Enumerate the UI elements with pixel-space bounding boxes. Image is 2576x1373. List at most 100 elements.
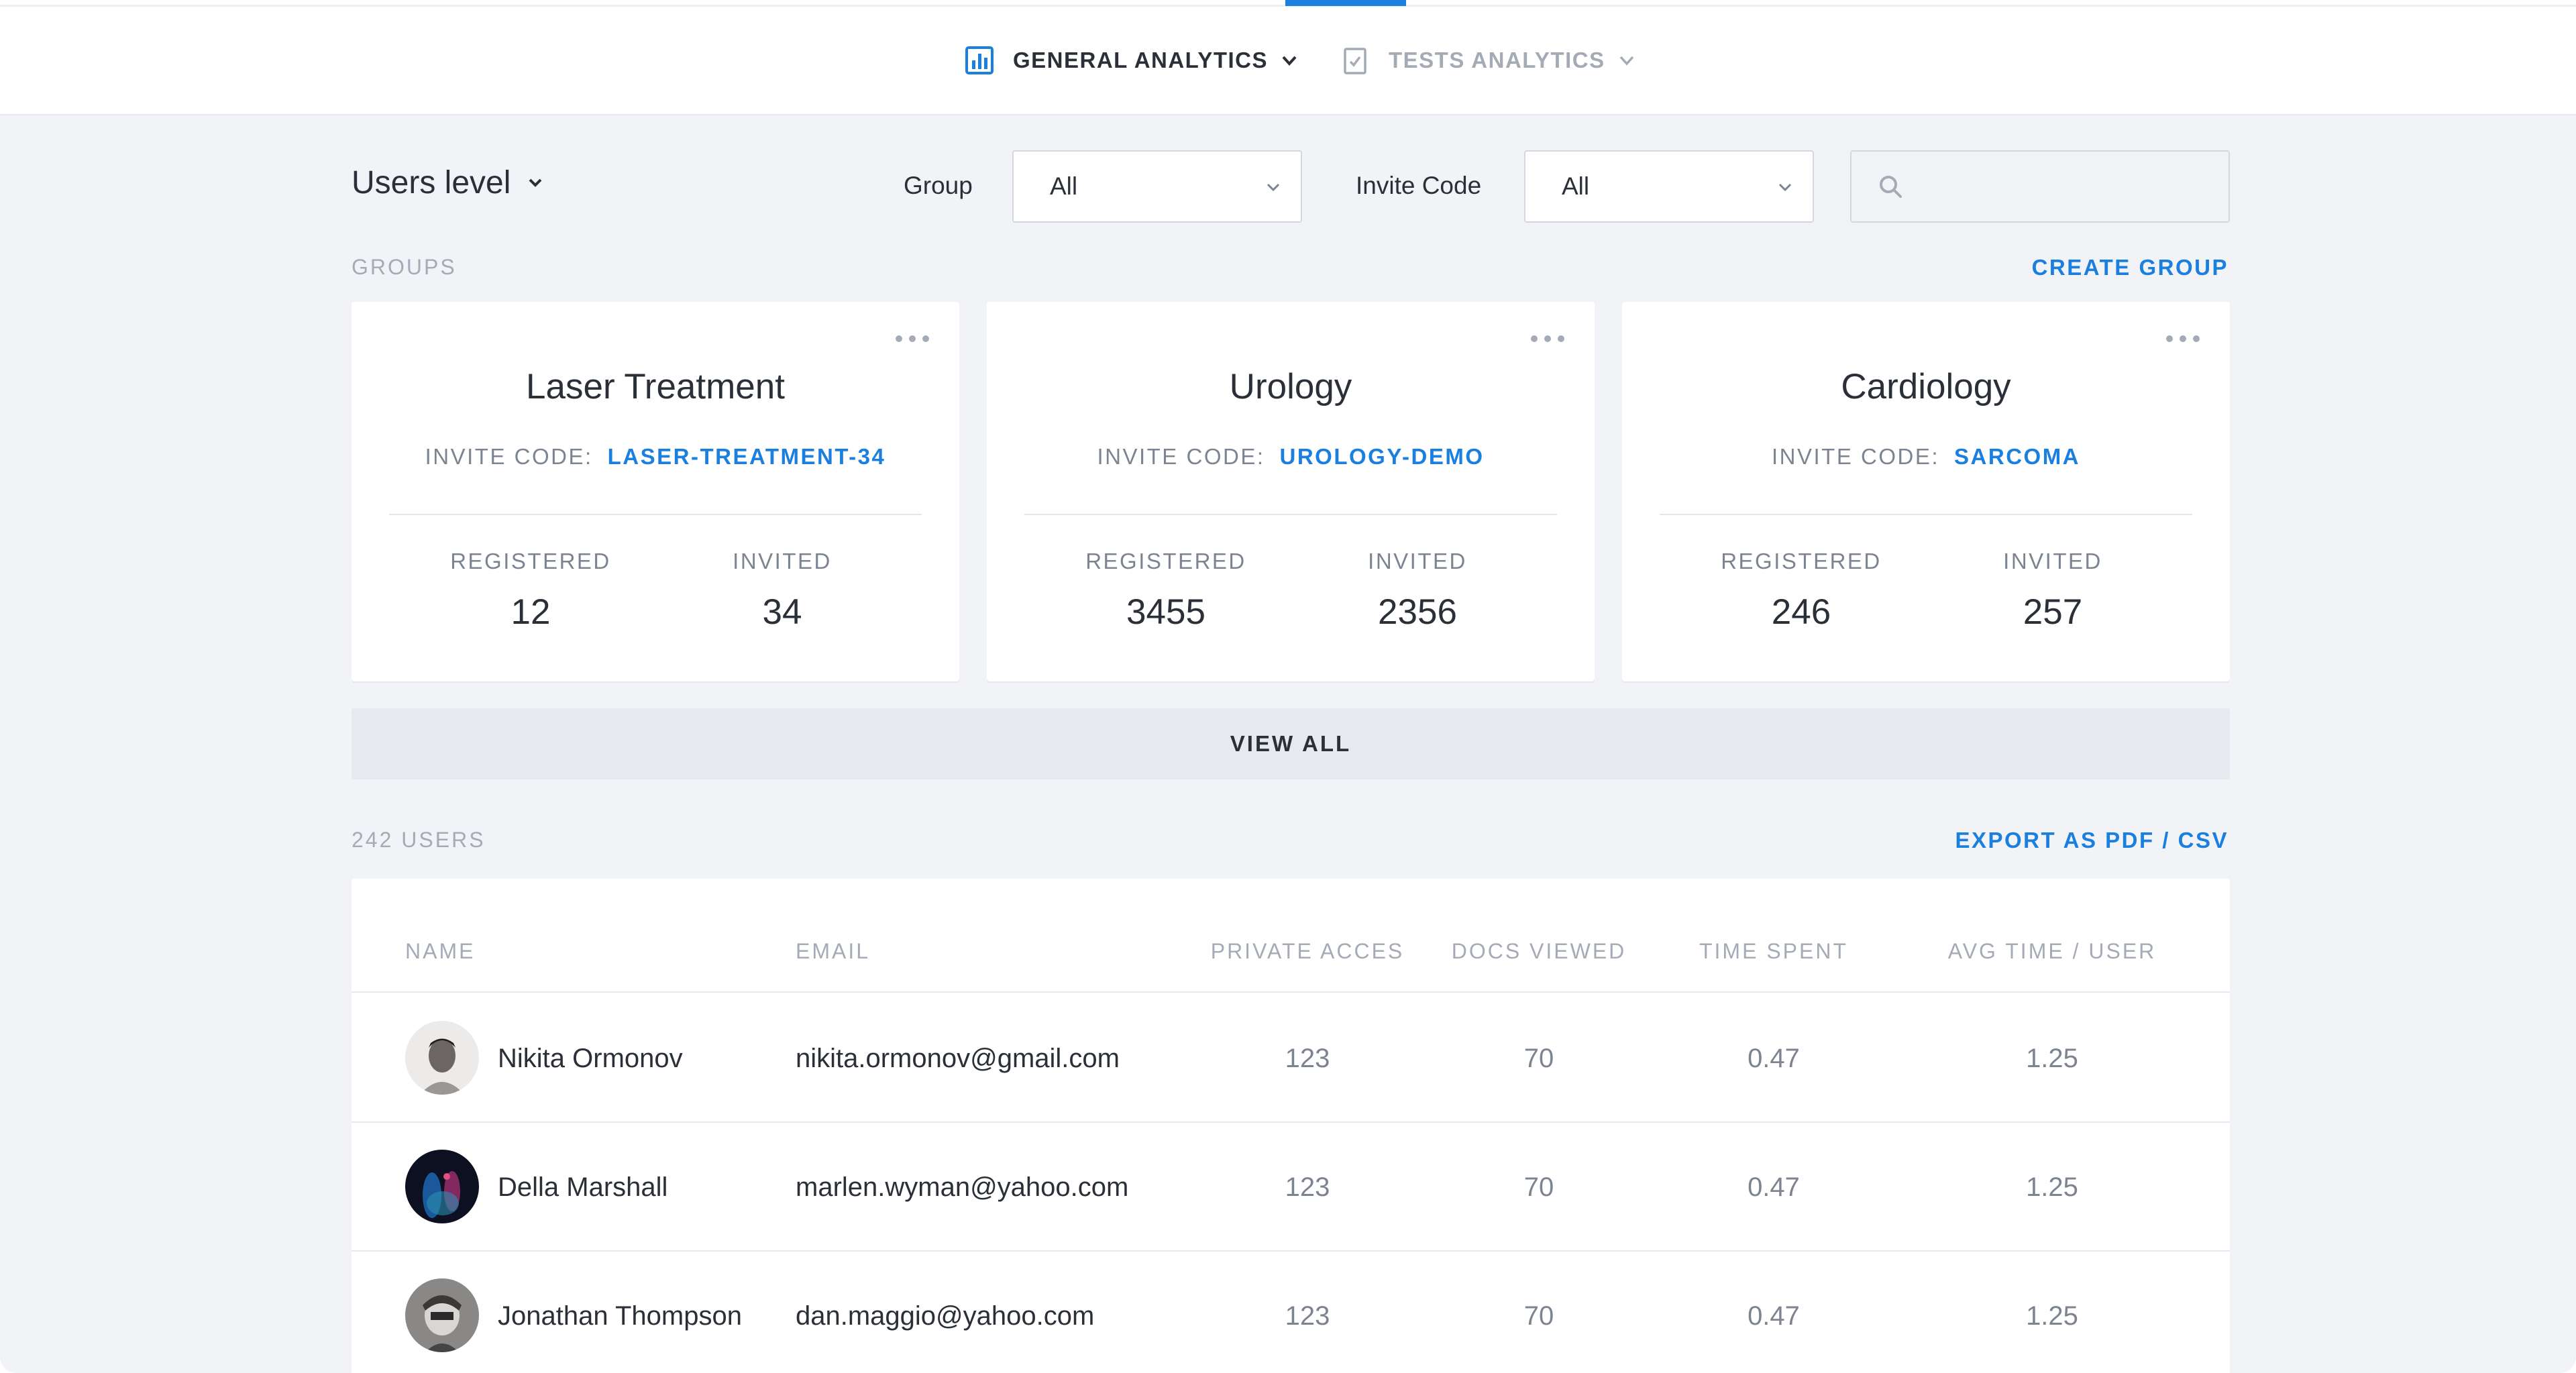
column-header-email[interactable]: EMAIL xyxy=(796,939,870,964)
column-header-docs-viewed[interactable]: DOCS VIEWED xyxy=(1438,939,1640,964)
more-horizontal-icon[interactable] xyxy=(2163,329,2203,349)
invited-stat: INVITED 34 xyxy=(682,549,883,633)
group-select[interactable]: All xyxy=(1012,150,1302,223)
invited-stat: INVITED 2356 xyxy=(1317,549,1518,633)
registered-value: 3455 xyxy=(1126,592,1205,632)
table-row[interactable]: Nikita Ormonov nikita.ormonov@gmail.com … xyxy=(352,994,2230,1123)
group-select-value: All xyxy=(1050,172,1078,200)
invited-value: 257 xyxy=(2023,592,2083,632)
time-spent-value: 0.47 xyxy=(1748,1301,1800,1331)
user-email: dan.maggio@yahoo.com xyxy=(796,1301,1095,1331)
table-row[interactable]: Della Marshall marlen.wyman@yahoo.com 12… xyxy=(352,1123,2230,1252)
export-pdf-csv-button[interactable]: EXPORT AS PDF / CSV xyxy=(1955,828,2229,853)
invite-code-link[interactable]: LASER-TREATMENT-34 xyxy=(608,444,886,469)
group-cards: Laser Treatment INVITE CODE: LASER-TREATM… xyxy=(352,302,2230,681)
docs-viewed-value: 70 xyxy=(1523,1301,1554,1331)
users-level-dropdown[interactable]: Users level xyxy=(352,162,545,203)
users-table: NAME EMAIL PRIVATE ACCES DOCS VIEWED TIM… xyxy=(352,879,2230,1373)
users-level-label: Users level xyxy=(352,164,511,201)
group-filter-label: Group xyxy=(904,172,973,199)
more-horizontal-icon[interactable] xyxy=(1527,329,1568,349)
registered-stat: REGISTERED 246 xyxy=(1701,549,1902,633)
tab-tests-analytics-label: TESTS ANALYTICS xyxy=(1389,48,1605,72)
time-spent-value: 0.47 xyxy=(1748,1172,1800,1202)
active-tab-indicator xyxy=(1285,0,1406,6)
user-email: nikita.ormonov@gmail.com xyxy=(796,1044,1120,1073)
filter-bar: Users level Group All Invite Code All xyxy=(0,115,2576,250)
private-access-value: 123 xyxy=(1285,1301,1330,1331)
avatar xyxy=(405,1150,479,1223)
invited-value: 34 xyxy=(762,592,802,632)
column-header-avg-time-user[interactable]: AVG TIME / USER xyxy=(1898,939,2206,964)
column-header-time-spent[interactable]: TIME SPENT xyxy=(1650,939,1898,964)
invite-code-select[interactable]: All xyxy=(1524,150,1814,223)
avatar xyxy=(405,1021,479,1095)
column-header-private-acces[interactable]: PRIVATE ACCES xyxy=(1177,939,1438,964)
private-access-value: 123 xyxy=(1285,1172,1330,1202)
invited-value: 2356 xyxy=(1378,592,1457,632)
registered-stat: REGISTERED 12 xyxy=(430,549,631,633)
group-invite-code-row: INVITE CODE: SARCOMA xyxy=(1622,444,2230,470)
registered-label: REGISTERED xyxy=(1085,549,1246,573)
docs-viewed-value: 70 xyxy=(1523,1044,1554,1073)
card-divider xyxy=(1660,514,2192,515)
invited-stat: INVITED 257 xyxy=(1952,549,2153,633)
chevron-down-icon xyxy=(525,172,545,193)
tab-general-analytics-label: GENERAL ANALYTICS xyxy=(1013,48,1268,72)
avg-time-value: 1.25 xyxy=(2026,1044,2078,1073)
private-access-value: 123 xyxy=(1285,1044,1330,1073)
create-group-button[interactable]: CREATE GROUP xyxy=(2032,255,2229,280)
avg-time-value: 1.25 xyxy=(2026,1172,2078,1202)
avatar xyxy=(405,1278,479,1352)
avg-time-value: 1.25 xyxy=(2026,1301,2078,1331)
invite-code-label: INVITE CODE: xyxy=(425,444,593,469)
tab-general-analytics[interactable]: GENERAL ANALYTICS xyxy=(963,40,1299,80)
clipboard-check-icon xyxy=(1339,44,1371,76)
content-area: Users level Group All Invite Code All GR… xyxy=(0,115,2576,1373)
group-title: Laser Treatment xyxy=(526,367,785,406)
registered-label: REGISTERED xyxy=(450,549,611,573)
group-invite-code-row: INVITE CODE: UROLOGY-DEMO xyxy=(987,444,1595,470)
group-card[interactable]: Urology INVITE CODE: UROLOGY-DEMO REGISTE… xyxy=(987,302,1595,681)
time-spent-value: 0.47 xyxy=(1748,1044,1800,1073)
chevron-down-icon xyxy=(1775,177,1795,197)
invite-code-label: INVITE CODE: xyxy=(1097,444,1265,469)
user-name: Della Marshall xyxy=(498,1172,668,1202)
registered-value: 246 xyxy=(1771,592,1831,632)
search-box[interactable] xyxy=(1850,150,2230,223)
group-invite-code-row: INVITE CODE: LASER-TREATMENT-34 xyxy=(352,444,959,470)
user-name: Nikita Ormonov xyxy=(498,1044,683,1073)
more-horizontal-icon[interactable] xyxy=(892,329,932,349)
group-title: Cardiology xyxy=(1841,367,2011,406)
chevron-down-icon xyxy=(1280,51,1299,70)
bar-chart-icon xyxy=(963,44,996,76)
card-divider xyxy=(389,514,922,515)
tab-tests-analytics[interactable]: TESTS ANALYTICS xyxy=(1339,40,1636,80)
registered-stat: REGISTERED 3455 xyxy=(1065,549,1267,633)
column-header-name[interactable]: NAME xyxy=(405,939,475,964)
chevron-down-icon xyxy=(1263,177,1283,197)
invited-label: INVITED xyxy=(733,549,832,573)
top-navigation: GENERAL ANALYTICS TESTS ANALYTICS xyxy=(0,0,2576,115)
groups-section-label: GROUPS xyxy=(352,255,457,279)
user-name: Jonathan Thompson xyxy=(498,1301,742,1331)
invite-code-filter-label: Invite Code xyxy=(1356,172,1482,199)
user-email: marlen.wyman@yahoo.com xyxy=(796,1172,1129,1202)
invite-code-select-value: All xyxy=(1562,172,1590,200)
table-row[interactable]: Jonathan Thompson dan.maggio@yahoo.com 1… xyxy=(352,1252,2230,1373)
invited-label: INVITED xyxy=(1368,549,1467,573)
docs-viewed-value: 70 xyxy=(1523,1172,1554,1202)
group-card[interactable]: Laser Treatment INVITE CODE: LASER-TREATM… xyxy=(352,302,959,681)
search-icon xyxy=(1877,173,1905,201)
invite-code-link[interactable]: UROLOGY-DEMO xyxy=(1280,444,1485,469)
registered-value: 12 xyxy=(511,592,551,632)
search-input[interactable] xyxy=(1919,164,2214,211)
table-header: NAME EMAIL PRIVATE ACCES DOCS VIEWED TIM… xyxy=(352,879,2230,993)
group-card[interactable]: Cardiology INVITE CODE: SARCOMA REGISTERE… xyxy=(1622,302,2230,681)
group-title: Urology xyxy=(1229,367,1352,406)
view-all-button[interactable]: VIEW ALL xyxy=(352,708,2230,779)
users-count-label: 242 USERS xyxy=(352,828,486,852)
chevron-down-icon xyxy=(1617,51,1636,70)
app-root: GENERAL ANALYTICS TESTS ANALYTICS Users … xyxy=(0,0,2576,1373)
invite-code-link[interactable]: SARCOMA xyxy=(1954,444,2080,469)
